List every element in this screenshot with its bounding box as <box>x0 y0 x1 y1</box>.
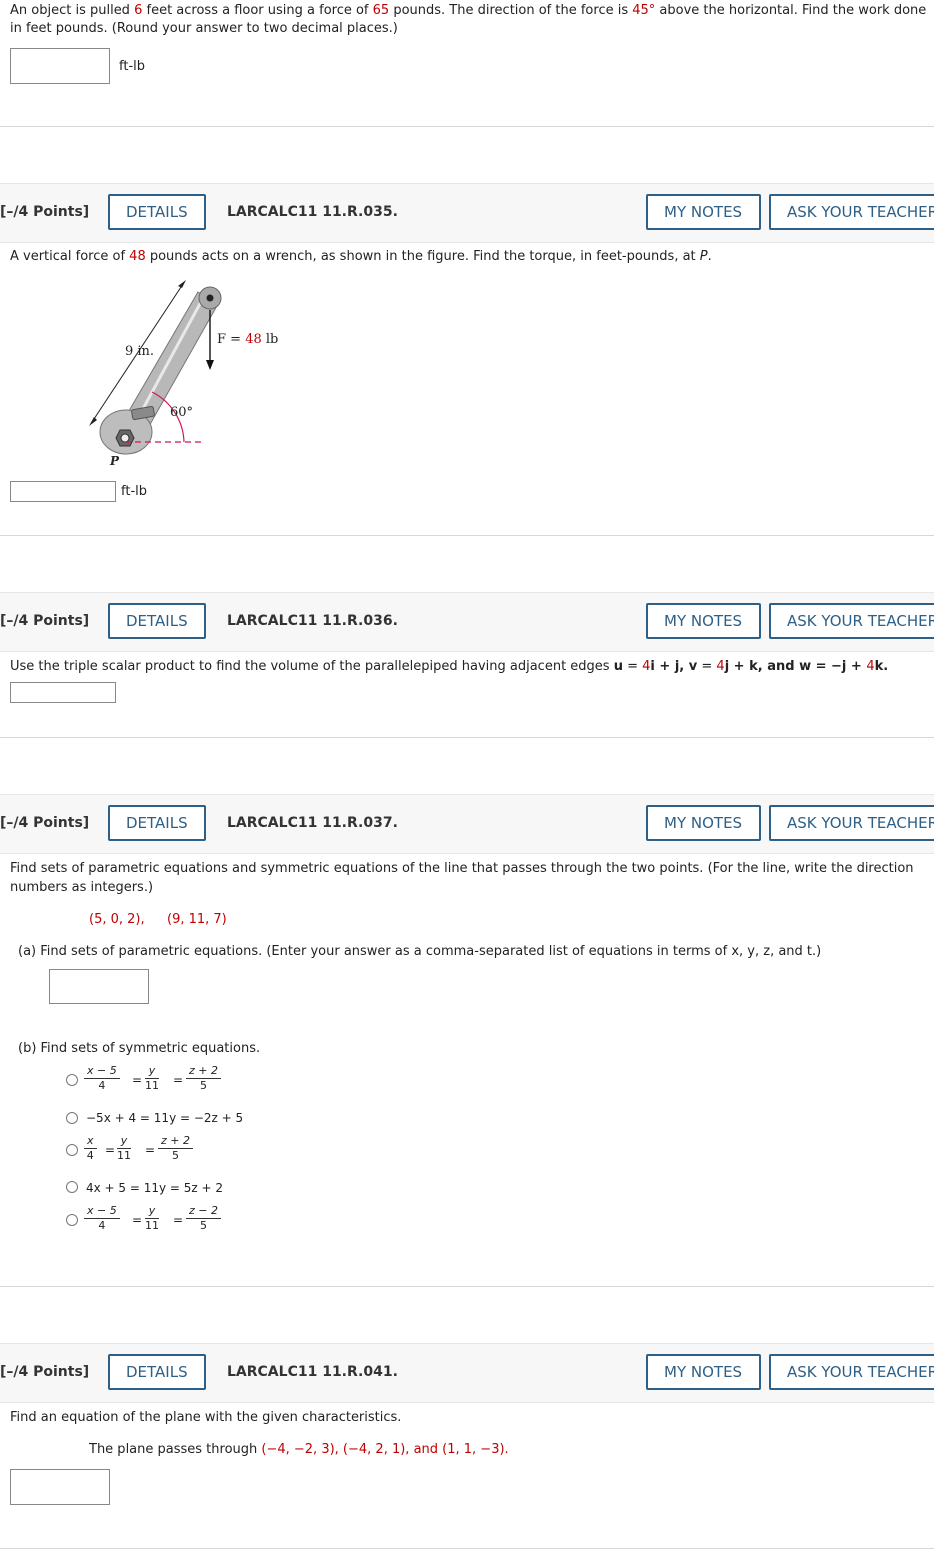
option-5-frac-z: z − 25 <box>186 1204 221 1233</box>
q5-header: [–/4 Points] DETAILS LARCALC11 11.R.041.… <box>0 1343 934 1403</box>
divider <box>0 126 934 127</box>
q4-point1: (5, 0, 2), <box>89 912 145 927</box>
my-notes-button[interactable]: MY NOTES <box>646 805 761 841</box>
hang-hole <box>206 294 214 302</box>
option-5-frac-y: y 11 <box>145 1204 159 1232</box>
q1-unit: ft-lb <box>119 59 145 74</box>
ask-teacher-button[interactable]: ASK YOUR TEACHER <box>769 194 934 230</box>
points-label: [–/4 Points] <box>0 1364 90 1380</box>
option-1-frac-x: x − 54 <box>84 1064 120 1093</box>
bolt <box>120 433 130 443</box>
fig-angle-label: 60° <box>170 405 194 420</box>
q5-line2: The plane passes through (−4, −2, 3), (−… <box>89 1442 509 1457</box>
handle-highlight <box>136 299 204 419</box>
my-notes-button[interactable]: MY NOTES <box>646 603 761 639</box>
force-arrowhead <box>206 360 214 370</box>
q1-answer-input[interactable] <box>10 48 110 84</box>
details-button[interactable]: DETAILS <box>108 805 206 841</box>
q1-angle: 45° <box>632 3 656 18</box>
fig-length-label: 9 in. <box>125 344 155 359</box>
q4a-answer-input[interactable] <box>49 969 149 1004</box>
arrowhead <box>178 280 186 288</box>
option-5-radio[interactable] <box>66 1214 78 1226</box>
q3-prompt: Use the triple scalar product to find th… <box>10 659 889 674</box>
question-code: LARCALC11 11.R.035. <box>227 204 398 220</box>
q1-force: 65 <box>372 3 390 18</box>
q1-line2: in feet pounds. (Round your answer to tw… <box>10 21 398 36</box>
q5-answer-input[interactable] <box>10 1469 110 1505</box>
details-button[interactable]: DETAILS <box>108 603 206 639</box>
option-1-frac-z: z + 25 <box>186 1064 221 1093</box>
question-code: LARCALC11 11.R.041. <box>227 1364 398 1380</box>
details-button[interactable]: DETAILS <box>108 1354 206 1390</box>
arrowhead <box>89 417 97 426</box>
question-code: LARCALC11 11.R.037. <box>227 815 398 831</box>
q4-point2: (9, 11, 7) <box>167 912 227 927</box>
divider <box>0 535 934 536</box>
option-3-radio[interactable] <box>66 1144 78 1156</box>
q3-header: [–/4 Points] DETAILS LARCALC11 11.R.036.… <box>0 592 934 652</box>
option-1-radio[interactable] <box>66 1074 78 1086</box>
option-2-text: −5x + 4 = 11y = −2z + 5 <box>86 1111 244 1125</box>
ask-teacher-button[interactable]: ASK YOUR TEACHER <box>769 805 934 841</box>
my-notes-button[interactable]: MY NOTES <box>646 1354 761 1390</box>
q2-unit: ft-lb <box>121 484 147 499</box>
points-label: [–/4 Points] <box>0 613 90 629</box>
q5-line1: Find an equation of the plane with the g… <box>10 1410 402 1425</box>
option-3-frac-y: y 11 <box>117 1134 131 1162</box>
option-2-radio[interactable] <box>66 1112 78 1124</box>
points-label: [–/4 Points] <box>0 204 90 220</box>
details-button[interactable]: DETAILS <box>108 194 206 230</box>
ask-teacher-button[interactable]: ASK YOUR TEACHER <box>769 603 934 639</box>
ask-teacher-button[interactable]: ASK YOUR TEACHER <box>769 1354 934 1390</box>
q2-header: [–/4 Points] DETAILS LARCALC11 11.R.035.… <box>0 183 934 243</box>
option-5-frac-x: x − 54 <box>84 1204 120 1233</box>
question-code: LARCALC11 11.R.036. <box>227 613 398 629</box>
wrench-figure <box>89 280 222 455</box>
my-notes-button[interactable]: MY NOTES <box>646 194 761 230</box>
option-3-frac-x: x4 <box>84 1134 97 1163</box>
q5-points: (−4, −2, 3), (−4, 2, 1), and (1, 1, −3). <box>261 1442 509 1457</box>
q1-line1: An object is pulled 6 feet across a floo… <box>10 3 927 18</box>
points-label: [–/4 Points] <box>0 815 90 831</box>
q4-header: [–/4 Points] DETAILS LARCALC11 11.R.037.… <box>0 794 934 854</box>
option-3-frac-z: z + 25 <box>158 1134 193 1163</box>
option-1-frac-y: y 11 <box>145 1064 159 1092</box>
q2-prompt: A vertical force of 48 pounds acts on a … <box>10 249 712 264</box>
q4-line1: Find sets of parametric equations and sy… <box>10 861 914 876</box>
divider <box>0 1286 934 1287</box>
divider <box>0 737 934 738</box>
option-4-radio[interactable] <box>66 1181 78 1193</box>
fig-point-label: P <box>110 454 120 468</box>
q2-answer-input[interactable] <box>10 481 116 502</box>
q3-answer-input[interactable] <box>10 682 116 703</box>
divider <box>0 1548 934 1549</box>
fig-force-label: F = 48 lb <box>217 332 279 347</box>
q4-part-b: (b) Find sets of symmetric equations. <box>18 1041 261 1056</box>
q2-force: 48 <box>129 249 146 264</box>
option-4-text: 4x + 5 = 11y = 5z + 2 <box>86 1181 224 1195</box>
q4-line2: numbers as integers.) <box>10 880 154 895</box>
q4-part-a: (a) Find sets of parametric equations. (… <box>18 944 822 959</box>
